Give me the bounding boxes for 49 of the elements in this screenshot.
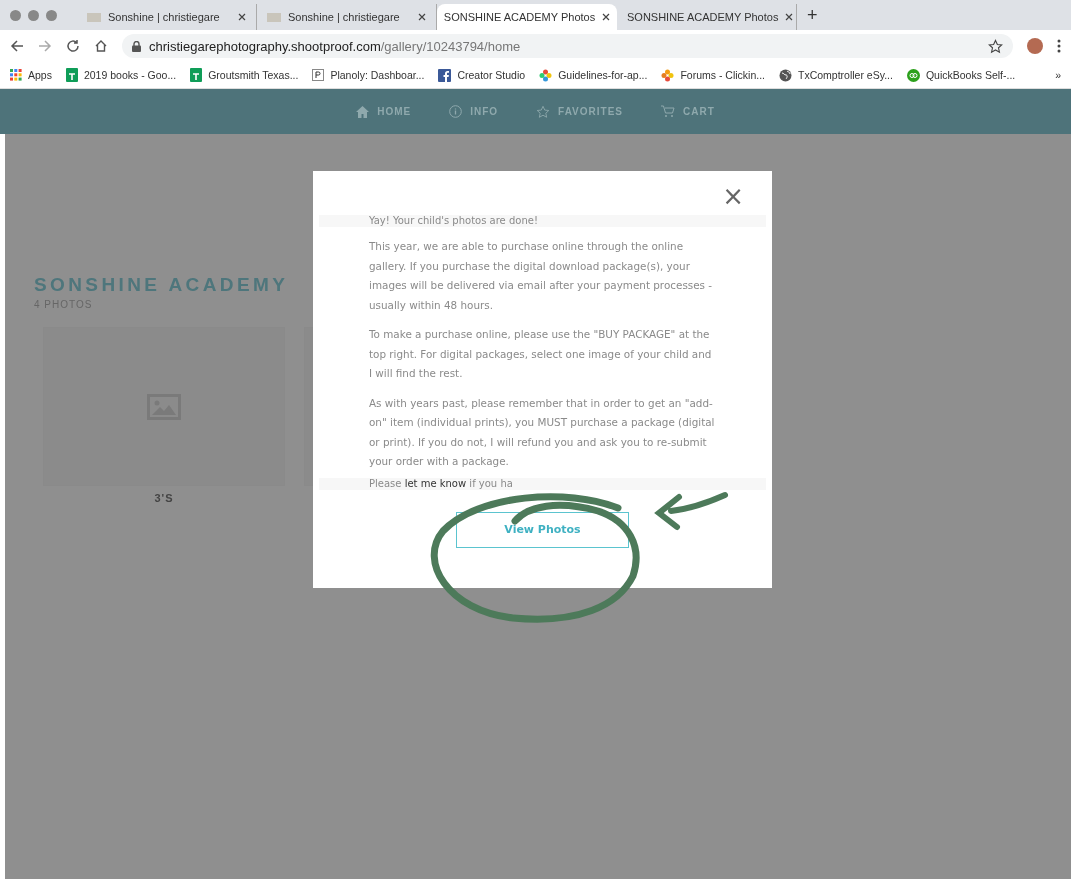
apps-grid-icon — [10, 69, 22, 81]
profile-avatar[interactable] — [1027, 38, 1043, 54]
sheet-icon — [65, 68, 78, 82]
qb-logo-icon — [906, 68, 920, 82]
lock-icon — [132, 40, 141, 52]
facebook-icon — [438, 68, 452, 82]
bookmark[interactable]: 2019 books - Goo... — [65, 68, 177, 82]
faded-text: Please let me know if you ha — [319, 477, 766, 490]
paragraph: As with years past, please remember that in order to get an "add-on" item (individual prints), you MUST purchase a package (digital or print). If you do not, I will refund you and ask you to re-submit your order with a package. — [369, 395, 716, 469]
bookmark[interactable]: QuickBooks Self-... — [906, 68, 1016, 82]
close-button[interactable]: × — [718, 183, 748, 209]
window-controls-icon[interactable] — [10, 9, 57, 21]
cart-icon — [661, 105, 675, 118]
favicon-icon — [267, 12, 281, 22]
bookmark[interactable]: Apps — [10, 69, 52, 81]
back-icon[interactable] — [10, 39, 24, 53]
address-bar[interactable]: christiegarephotography.shootproof.com/gallery/10243794/home — [122, 34, 1013, 58]
flower-icon — [539, 68, 553, 82]
paragraph: This year, we are able to purchase online through the online gallery. If you purchase the digital download package(s), your images will be delivered via email after your payment processes - usually within 48 hours. — [369, 239, 714, 313]
info-icon — [449, 105, 463, 118]
home-icon[interactable] — [94, 39, 108, 53]
favicon-icon — [87, 12, 101, 22]
bookmark[interactable]: Guidelines-for-ap... — [539, 68, 648, 82]
more-bookmarks-button[interactable]: » — [1055, 69, 1061, 81]
browser-tab[interactable]: SONSHINE ACADEMY Photos — [437, 4, 617, 30]
album-label: 3'S — [153, 492, 175, 504]
paragraph: To make a purchase online, please use the "BUY PACKAGE" at the top right. For digital packages, select one image of your child and I will find the rest. — [369, 327, 713, 381]
bookmark[interactable]: Creator Studio — [438, 68, 526, 82]
close-icon[interactable] — [785, 13, 794, 21]
sheet-icon — [190, 68, 203, 82]
star-icon[interactable] — [988, 38, 1003, 54]
bookmark[interactable]: Planoly: Dashboar... — [312, 69, 425, 81]
close-icon[interactable] — [238, 13, 246, 21]
contact-link[interactable]: let me know — [404, 477, 467, 489]
bookmark[interactable]: Forums - Clickin... — [661, 68, 765, 82]
flower-icon — [661, 68, 675, 82]
star-icon — [536, 104, 551, 119]
reload-icon[interactable] — [66, 39, 80, 53]
square-letter-icon — [312, 69, 325, 81]
globe-icon — [779, 68, 792, 82]
close-icon[interactable] — [602, 13, 611, 21]
bookmark[interactable]: TxComptroller eSy... — [779, 68, 893, 82]
close-icon[interactable] — [418, 13, 426, 21]
faded-text: Yay! Your child's photos are done! — [319, 215, 766, 227]
home-icon — [356, 105, 370, 118]
new-tab-button[interactable]: + — [797, 4, 828, 26]
menu-icon[interactable] — [1057, 39, 1061, 53]
bookmark[interactable]: Groutsmith Texas... — [190, 68, 299, 82]
gallery-title: SONSHINE ACADEMY — [34, 274, 289, 296]
